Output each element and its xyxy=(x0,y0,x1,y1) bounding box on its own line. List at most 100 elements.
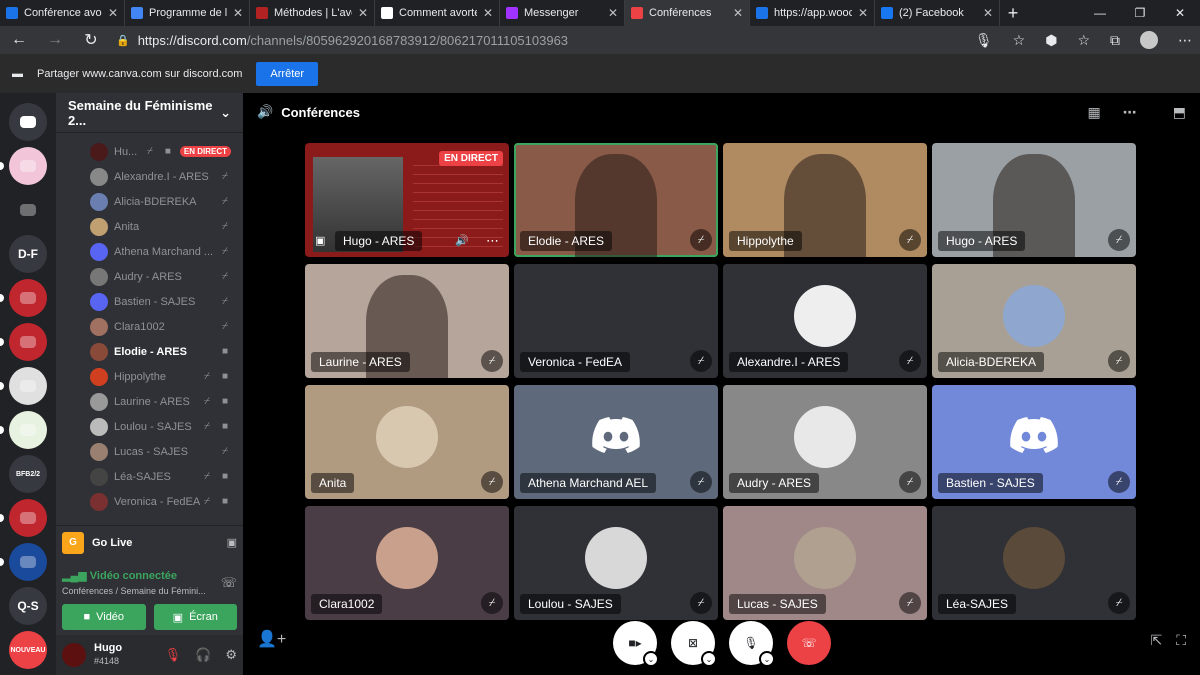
participant-tile[interactable]: Alicia-BDEREKA ⌿ xyxy=(932,264,1136,378)
participant-tile[interactable]: Hippolythe ⌿ xyxy=(723,143,927,257)
browser-tab[interactable]: Comment avorter ? ✕ xyxy=(375,0,500,26)
fullscreen-icon[interactable]: ⛶ xyxy=(1176,632,1186,649)
discord-home-server[interactable] xyxy=(9,103,47,141)
minimize-icon[interactable]: — xyxy=(1080,0,1120,26)
voice-user-item[interactable]: Elodie - ARES ■ xyxy=(56,339,243,364)
voice-user-item[interactable]: Lucas - SAJES ⌿ xyxy=(56,439,243,464)
volume-icon[interactable]: 🔊 xyxy=(455,234,469,247)
voice-user-item[interactable]: Hippolythe ⌿ ■ xyxy=(56,364,243,389)
participant-tile[interactable]: Audry - ARES ⌿ xyxy=(723,385,927,499)
server-q-s[interactable]: Q-S xyxy=(9,587,47,625)
voice-user-item[interactable]: Alicia-BDEREKA ⌿ xyxy=(56,189,243,214)
voice-channel-path[interactable]: Conférences / Semaine du Fémini... xyxy=(62,586,206,596)
participant-tile[interactable]: Léa-SAJES ⌿ xyxy=(932,506,1136,620)
forward-icon[interactable]: → xyxy=(44,31,66,49)
stream-tile[interactable]: EN DIRECT 🔊 ⋯ Hugo - ARES ▣ xyxy=(305,143,509,257)
close-tab-icon[interactable]: ✕ xyxy=(858,6,868,20)
server-bfb2/2[interactable]: BFB2/2 xyxy=(9,455,47,493)
voice-user-item[interactable]: Léa-SAJES ⌿ ■ xyxy=(56,464,243,489)
server-server[interactable] xyxy=(9,411,47,449)
browser-tab[interactable]: Méthodes | L'avort ✕ xyxy=(250,0,375,26)
stop-sharing-button[interactable]: Arrêter xyxy=(256,61,319,86)
close-tab-icon[interactable]: ✕ xyxy=(108,6,118,20)
close-tab-icon[interactable]: ✕ xyxy=(733,6,743,20)
close-tab-icon[interactable]: ✕ xyxy=(233,6,243,20)
add-user-icon[interactable]: 👤+ xyxy=(257,629,286,649)
video-button[interactable]: ■ Vidéo xyxy=(62,604,146,630)
restore-icon[interactable]: ❐ xyxy=(1120,0,1160,26)
popout-icon[interactable]: ⬒ xyxy=(1173,104,1186,121)
popout-window-icon[interactable]: ⇱ xyxy=(1150,632,1162,649)
voice-user-item[interactable]: Audry - ARES ⌿ xyxy=(56,264,243,289)
close-tab-icon[interactable]: ✕ xyxy=(358,6,368,20)
close-tab-icon[interactable]: ✕ xyxy=(608,6,618,20)
voice-user-item[interactable]: Athena Marchand ... ⌿ xyxy=(56,239,243,264)
voice-user-item[interactable]: Hu... ⌿ ■ EN DIRECT xyxy=(56,139,243,164)
camera-toggle-button[interactable]: ■▸ ⌄ xyxy=(613,621,659,667)
browser-tab[interactable]: Conférences ✕ xyxy=(625,0,750,26)
participant-tile[interactable]: Lucas - SAJES ⌿ xyxy=(723,506,927,620)
browser-tab[interactable]: (2) Facebook ✕ xyxy=(875,0,1000,26)
voice-user-item[interactable]: Alexandre.I - ARES ⌿ xyxy=(56,164,243,189)
chevron-down-icon[interactable]: ⌄ xyxy=(701,651,717,667)
voice-user-item[interactable]: Anita ⌿ xyxy=(56,214,243,239)
close-window-icon[interactable]: ✕ xyxy=(1160,0,1200,26)
chevron-down-icon[interactable]: ⌄ xyxy=(759,651,775,667)
server-server[interactable] xyxy=(9,367,47,405)
mute-mic-icon[interactable]: 🎙 xyxy=(165,647,182,663)
new-tab-button[interactable]: + xyxy=(1000,0,1026,26)
screen-share-toggle-button[interactable]: ⊠ ⌄ xyxy=(671,621,717,667)
participant-tile[interactable]: Alexandre.I - ARES ⌿ xyxy=(723,264,927,378)
ares-server[interactable] xyxy=(9,279,47,317)
extension-icon[interactable]: ⬢ xyxy=(1045,32,1057,49)
participant-tile[interactable]: Bastien - SAJES ⌿ xyxy=(932,385,1136,499)
collections-icon[interactable]: ⧉ xyxy=(1110,32,1120,49)
close-tab-icon[interactable]: ✕ xyxy=(483,6,493,20)
favorites-icon[interactable]: ☆ xyxy=(1077,32,1090,49)
reload-icon[interactable]: ↻ xyxy=(80,30,102,50)
screen-icon[interactable]: ▣ xyxy=(227,536,237,549)
server-server[interactable] xyxy=(9,147,47,185)
participant-tile[interactable]: Hugo - ARES ⌿ xyxy=(932,143,1136,257)
participant-tile[interactable]: Athena Marchand AEL ⌿ xyxy=(514,385,718,499)
voice-user-item[interactable]: Bastien - SAJES ⌿ xyxy=(56,289,243,314)
participant-tile[interactable]: Loulou - SAJES ⌿ xyxy=(514,506,718,620)
participant-tile[interactable]: Anita ⌿ xyxy=(305,385,509,499)
mute-toggle-button[interactable]: 🎙 ⌄ xyxy=(729,621,775,667)
go-live-panel[interactable]: G Go Live ▣ xyxy=(56,525,243,559)
avatar[interactable] xyxy=(62,643,86,667)
microphone-icon[interactable]: 🎙 xyxy=(975,32,993,49)
bookmark-star-icon[interactable]: ☆ xyxy=(1013,32,1026,49)
grid-layout-icon[interactable]: ▦ xyxy=(1088,104,1101,121)
server-header[interactable]: Semaine du Féminisme 2... ⌄ xyxy=(56,93,243,133)
more-options-icon[interactable]: ⋯ xyxy=(1123,104,1137,121)
chevron-down-icon[interactable]: ⌄ xyxy=(643,651,659,667)
headphones-icon[interactable]: 🎧 xyxy=(195,647,211,663)
voice-user-item[interactable]: Veronica - FedEA ⌿ ■ xyxy=(56,489,243,514)
back-icon[interactable]: ← xyxy=(8,31,30,49)
voice-user-item[interactable]: Clara1002 ⌿ xyxy=(56,314,243,339)
wifi-server[interactable] xyxy=(9,543,47,581)
browser-tab[interactable]: https://app.wooclap ✕ xyxy=(750,0,875,26)
voice-user-item[interactable]: Loulou - SAJES ⌿ ■ xyxy=(56,414,243,439)
close-tab-icon[interactable]: ✕ xyxy=(983,6,993,20)
browser-tab[interactable]: Conférence avortem ✕ xyxy=(0,0,125,26)
more-options-icon[interactable]: ⋯ xyxy=(486,233,499,249)
disconnect-call-button[interactable]: ☏ xyxy=(787,621,831,665)
participant-tile[interactable]: Elodie - ARES ⌿ xyxy=(514,143,718,257)
participant-tile[interactable]: Clara1002 ⌿ xyxy=(305,506,509,620)
browser-tab[interactable]: Programme de la S ✕ xyxy=(125,0,250,26)
browser-tab[interactable]: Messenger ✕ xyxy=(500,0,625,26)
voice-user-item[interactable]: Laurine - ARES ⌿ ■ xyxy=(56,389,243,414)
ares-server[interactable] xyxy=(9,323,47,361)
user-info[interactable]: Hugo #4148 xyxy=(94,642,151,668)
url-field[interactable]: 🔒 https://discord.com/channels/805962920… xyxy=(116,28,961,52)
profile-avatar[interactable] xyxy=(1140,31,1158,49)
participant-tile[interactable]: Laurine - ARES ⌿ xyxy=(305,264,509,378)
server-nouveau[interactable]: NOUVEAU xyxy=(9,631,47,669)
participant-tile[interactable]: Veronica - FedEA ⌿ xyxy=(514,264,718,378)
ares-server[interactable] xyxy=(9,499,47,537)
more-menu-icon[interactable]: ⋯ xyxy=(1178,32,1192,49)
screen-button[interactable]: ▣ Écran xyxy=(153,604,237,630)
settings-gear-icon[interactable]: ⚙ xyxy=(225,647,237,663)
